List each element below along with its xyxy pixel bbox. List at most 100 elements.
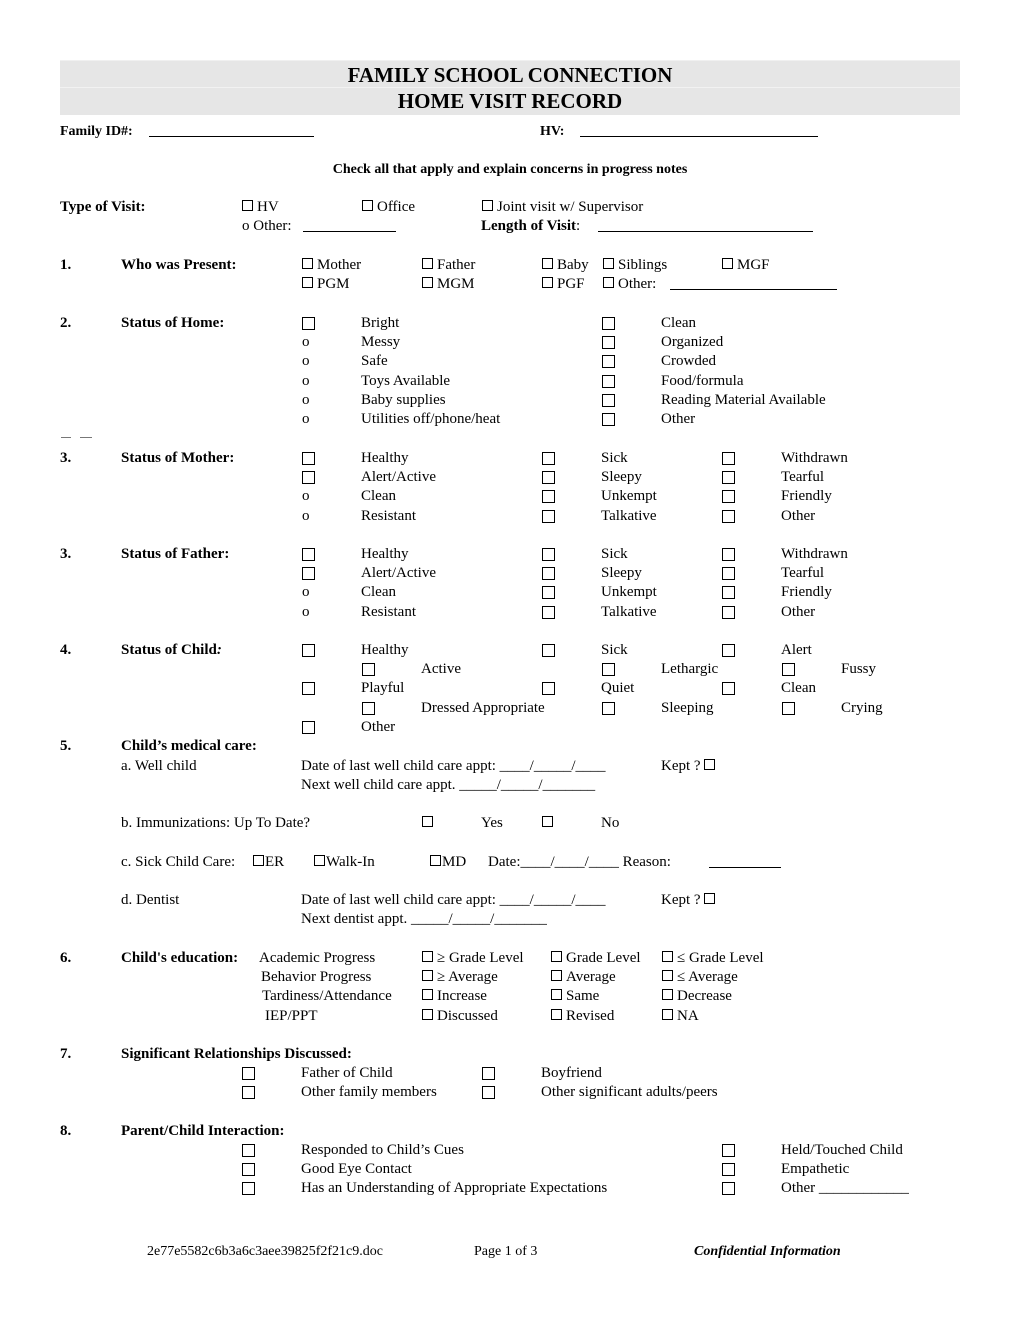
visit-office-option[interactable]: Office (362, 198, 415, 217)
checkbox-icon[interactable] (722, 682, 735, 695)
checkbox[interactable] (302, 644, 315, 659)
radio-bullet-icon[interactable]: o (302, 507, 310, 526)
checkbox-icon[interactable] (722, 452, 735, 465)
sick-care-er[interactable]: ER (253, 853, 284, 872)
checkbox-icon[interactable] (602, 355, 615, 368)
checkbox[interactable] (302, 452, 315, 467)
radio-bullet-icon[interactable]: o (302, 372, 310, 391)
checkbox-icon[interactable] (302, 317, 315, 330)
checkbox-icon[interactable] (662, 970, 673, 981)
checkbox-icon[interactable] (551, 970, 562, 981)
dentist-next-date[interactable]: Next dentist appt. _____/_____/_______ (301, 910, 547, 929)
checkbox-icon[interactable] (362, 663, 375, 676)
checkbox-icon[interactable] (722, 567, 735, 580)
checkbox-icon[interactable] (542, 606, 555, 619)
checkbox[interactable] (722, 452, 735, 467)
checkbox-icon[interactable] (482, 1067, 495, 1080)
checkbox[interactable] (602, 375, 615, 390)
checkbox[interactable] (542, 452, 555, 467)
checkbox[interactable] (542, 567, 555, 582)
dentist-last-date[interactable]: Date of last well child care appt: ____/… (301, 891, 606, 910)
checkbox-icon[interactable] (542, 682, 555, 695)
present-mgm[interactable]: MGM (422, 275, 475, 294)
checkbox[interactable] (782, 702, 795, 717)
checkbox-icon[interactable] (542, 644, 555, 657)
education-option[interactable]: ≤ Grade Level (662, 949, 764, 968)
sick-care-walkin[interactable]: Walk-In (314, 853, 375, 872)
sick-care-date-reason[interactable]: Date:____/____/____ Reason: (488, 853, 671, 872)
checkbox[interactable] (722, 1163, 735, 1178)
checkbox[interactable] (722, 490, 735, 505)
checkbox-icon[interactable] (722, 1163, 735, 1176)
checkbox-icon[interactable] (242, 1086, 255, 1099)
radio-bullet-icon[interactable]: o (302, 410, 310, 429)
checkbox-icon[interactable] (422, 1009, 433, 1020)
checkbox-icon[interactable] (551, 1009, 562, 1020)
checkbox-icon[interactable] (704, 893, 716, 904)
education-option[interactable]: Discussed (422, 1007, 498, 1026)
checkbox[interactable] (362, 702, 375, 717)
checkbox-icon[interactable] (542, 548, 555, 561)
checkbox[interactable] (542, 490, 555, 505)
length-of-visit-field[interactable] (598, 217, 813, 232)
radio-bullet-icon[interactable]: o (302, 487, 310, 506)
checkbox-icon[interactable] (602, 394, 615, 407)
checkbox[interactable] (482, 1086, 495, 1101)
hv-field[interactable] (580, 122, 818, 137)
checkbox-icon[interactable] (722, 548, 735, 561)
checkbox-icon[interactable] (362, 702, 375, 715)
checkbox-icon[interactable] (782, 663, 795, 676)
education-option[interactable]: Increase (422, 987, 487, 1006)
checkbox-icon[interactable] (242, 1163, 255, 1176)
checkbox[interactable] (302, 682, 315, 697)
checkbox[interactable] (302, 721, 315, 736)
education-option[interactable]: ≤ Average (662, 968, 738, 987)
checkbox-icon[interactable] (242, 1182, 255, 1195)
education-option[interactable]: Decrease (662, 987, 732, 1006)
radio-bullet-icon[interactable]: o (302, 603, 310, 622)
checkbox[interactable] (242, 1067, 255, 1082)
checkbox-icon[interactable] (422, 951, 433, 962)
checkbox-icon[interactable] (542, 471, 555, 484)
checkbox[interactable] (722, 471, 735, 486)
checkbox-icon[interactable] (603, 258, 614, 269)
checkbox-icon[interactable] (662, 951, 673, 962)
present-mgf[interactable]: MGF (722, 256, 770, 275)
checkbox[interactable] (722, 1144, 735, 1159)
checkbox[interactable] (602, 394, 615, 409)
checkbox-icon[interactable] (542, 567, 555, 580)
checkbox-icon[interactable] (542, 586, 555, 599)
education-option[interactable]: Grade Level (551, 949, 641, 968)
checkbox-icon[interactable] (253, 855, 264, 866)
well-child-last-date[interactable]: Date of last well child care appt: ____/… (301, 757, 606, 776)
education-option[interactable]: Same (551, 987, 599, 1006)
checkbox-icon[interactable] (602, 663, 615, 676)
checkbox-icon[interactable] (422, 258, 433, 269)
immunizations-no-checkbox[interactable] (542, 814, 557, 833)
education-option[interactable]: Average (551, 968, 616, 987)
checkbox[interactable] (782, 663, 795, 678)
checkbox-icon[interactable] (722, 644, 735, 657)
visit-joint-option[interactable]: Joint visit w/ Supervisor (482, 198, 643, 217)
present-father[interactable]: Father (422, 256, 475, 275)
checkbox-icon[interactable] (602, 375, 615, 388)
checkbox[interactable] (542, 586, 555, 601)
checkbox-icon[interactable] (603, 277, 614, 288)
checkbox[interactable] (602, 663, 615, 678)
checkbox-icon[interactable] (302, 277, 313, 288)
present-siblings[interactable]: Siblings (603, 256, 667, 275)
checkbox-icon[interactable] (422, 970, 433, 981)
checkbox[interactable] (602, 317, 615, 332)
checkbox-icon[interactable] (722, 1182, 735, 1195)
checkbox[interactable] (302, 471, 315, 486)
radio-bullet-icon[interactable]: o (302, 333, 310, 352)
checkbox[interactable] (722, 606, 735, 621)
checkbox-icon[interactable] (302, 471, 315, 484)
checkbox[interactable] (362, 663, 375, 678)
checkbox-icon[interactable] (662, 1009, 673, 1020)
checkbox-icon[interactable] (542, 490, 555, 503)
education-option[interactable]: ≥ Grade Level (422, 949, 524, 968)
checkbox[interactable] (602, 336, 615, 351)
checkbox-icon[interactable] (722, 606, 735, 619)
checkbox-icon[interactable] (542, 277, 553, 288)
